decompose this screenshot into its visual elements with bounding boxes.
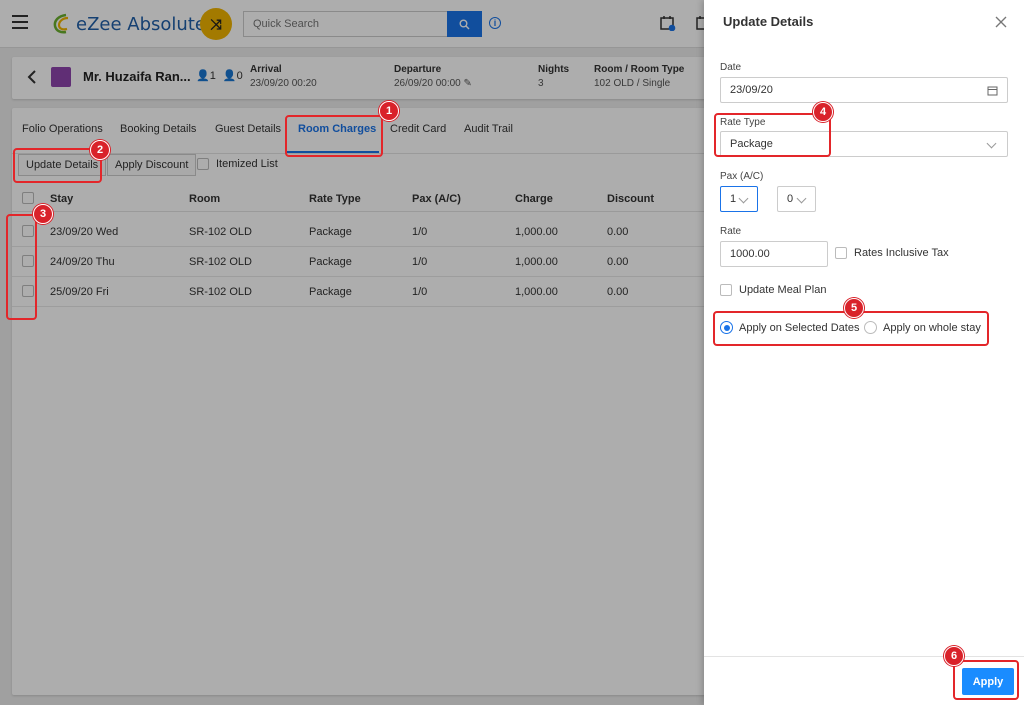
chevron-down-icon — [738, 193, 749, 204]
update-details-drawer: Update Details Date 23/09/20 Rate Type P… — [704, 0, 1024, 705]
children-select[interactable]: 0 — [777, 186, 816, 212]
close-icon[interactable] — [994, 15, 1008, 29]
chevron-down-icon — [986, 138, 997, 149]
rates-inclusive-tax-label: Rates Inclusive Tax — [854, 247, 949, 259]
date-label: Date — [720, 62, 742, 73]
rate-value: 1000.00 — [730, 248, 770, 260]
annotation-highlight — [953, 660, 1019, 700]
update-meal-plan-label: Update Meal Plan — [739, 284, 827, 296]
annotation-highlight — [714, 113, 831, 157]
annotation-badge: 4 — [813, 102, 833, 122]
drawer-footer-divider — [704, 656, 1024, 657]
rates-inclusive-tax-toggle[interactable]: Rates Inclusive Tax — [835, 247, 949, 259]
children-value: 0 — [787, 193, 794, 205]
date-field[interactable]: 23/09/20 — [720, 77, 1008, 103]
annotation-highlight — [13, 148, 102, 183]
update-meal-plan-checkbox[interactable] — [720, 284, 732, 296]
chevron-down-icon — [796, 193, 807, 204]
calendar-icon[interactable] — [987, 85, 998, 96]
modal-backdrop[interactable] — [0, 0, 704, 705]
rate-label: Rate — [720, 226, 742, 237]
adults-select[interactable]: 1 — [720, 186, 758, 212]
annotation-badge: 5 — [844, 298, 864, 318]
annotation-highlight — [6, 214, 37, 320]
annotation-highlight — [285, 115, 383, 157]
rate-input[interactable]: 1000.00 — [720, 241, 828, 267]
pax-label: Pax (A/C) — [720, 171, 764, 182]
annotation-badge: 1 — [379, 101, 399, 121]
adults-value: 1 — [730, 193, 737, 205]
date-value: 23/09/20 — [730, 84, 773, 96]
annotation-badge: 3 — [33, 204, 53, 224]
annotation-badge: 6 — [944, 646, 964, 666]
update-meal-plan-toggle[interactable]: Update Meal Plan — [720, 284, 826, 296]
rates-inclusive-tax-checkbox[interactable] — [835, 247, 847, 259]
drawer-title: Update Details — [723, 14, 814, 29]
annotation-badge: 2 — [90, 140, 110, 160]
